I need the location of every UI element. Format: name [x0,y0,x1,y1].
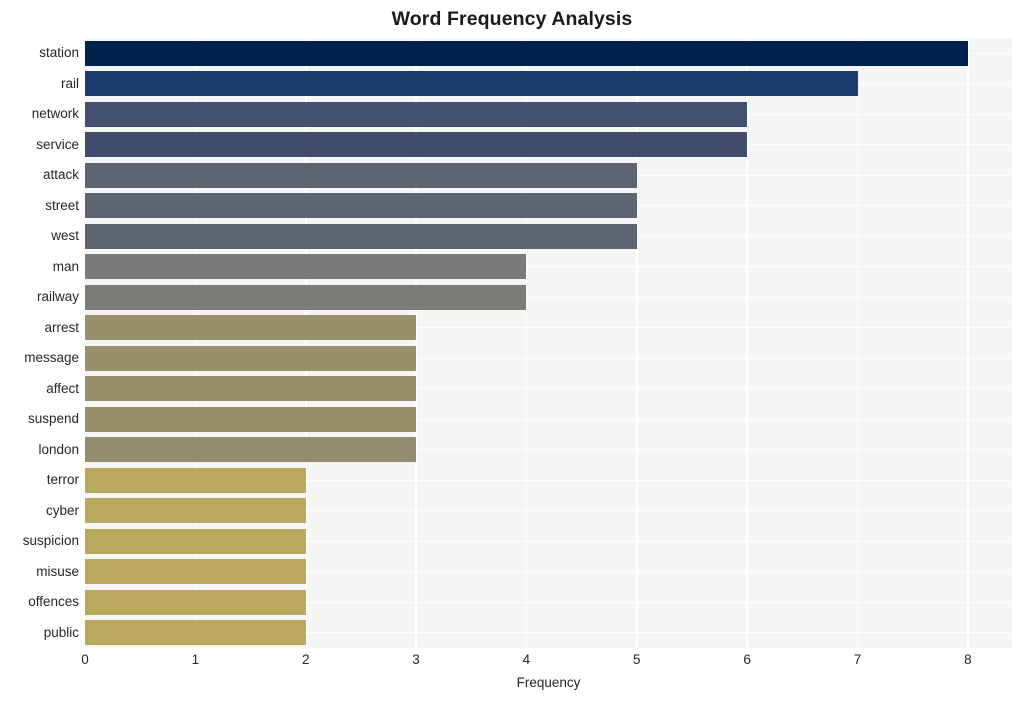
y-tick-label-suspend: suspend [27,411,79,427]
bar-street [85,193,637,219]
chart-figure: Word Frequency Analysis station rail netwo… [0,0,1024,701]
gridline-vertical [415,38,417,648]
y-tick-label-misuse: misuse [36,563,79,579]
x-tick-label-3: 3 [412,652,420,667]
gridline-vertical [304,38,307,648]
y-tick-label-terror: terror [46,472,79,488]
y-tick-label-station: station [39,45,79,61]
y-tick-label-arrest: arrest [44,319,79,335]
y-tick-label-service: service [36,136,79,152]
bar-public [85,620,306,646]
y-tick-label-london: london [38,441,79,457]
x-tick-label-6: 6 [743,652,751,667]
bar-station [85,40,968,66]
x-axis-tick-labels: 0 1 2 3 4 5 6 7 8 [81,651,1012,673]
bar-arrest [85,315,417,341]
y-tick-label-railway: railway [36,289,79,305]
bar-offences [85,589,306,615]
bar-rail [85,71,858,97]
bar-london [85,437,417,463]
bar-suspend [85,406,417,432]
x-tick-label-8: 8 [964,652,972,667]
bar-message [85,345,417,371]
page-title: Word Frequency Analysis [391,8,633,30]
x-tick-label-1: 1 [191,652,200,667]
x-tick-label-4: 4 [522,652,531,667]
x-tick-label-7: 7 [853,652,862,667]
y-tick-label-message: message [24,350,79,366]
gridline-vertical [856,38,859,648]
bar-terror [85,467,306,493]
y-tick-label-rail: rail [60,75,79,91]
gridline-vertical [635,38,638,648]
x-tick-label-0: 0 [81,652,89,667]
bar-network [85,101,748,127]
plot-area [85,38,1012,648]
y-tick-label-man: man [52,258,79,274]
y-tick-label-cyber: cyber [45,502,79,518]
x-axis-label: Frequency [516,675,581,690]
bar-railway [85,284,527,310]
bar-suspicion [85,528,306,554]
bar-misuse [85,559,306,585]
bar-cyber [85,498,306,524]
y-tick-label-suspicion: suspicion [22,533,79,549]
gridline-vertical [85,38,86,648]
x-tick-label-2: 2 [301,652,310,667]
y-tick-label-public: public [43,624,79,640]
gridline-vertical [525,38,528,648]
gridline-vertical [746,38,748,648]
gridline-vertical [194,38,197,648]
bar-west [85,223,637,249]
y-axis-tick-labels: station rail network service attack street wes… [0,38,79,648]
y-tick-label-affect: affect [46,380,79,396]
y-tick-label-offences: offences [28,594,79,610]
bar-man [85,254,527,280]
y-tick-label-west: west [51,228,79,244]
bar-affect [85,376,417,402]
gridline-vertical [967,38,969,648]
bar-service [85,132,748,158]
y-tick-label-network: network [31,106,79,122]
x-tick-label-5: 5 [633,652,641,667]
y-tick-label-street: street [45,197,79,213]
bar-attack [85,162,637,188]
y-tick-label-attack: attack [42,167,79,183]
